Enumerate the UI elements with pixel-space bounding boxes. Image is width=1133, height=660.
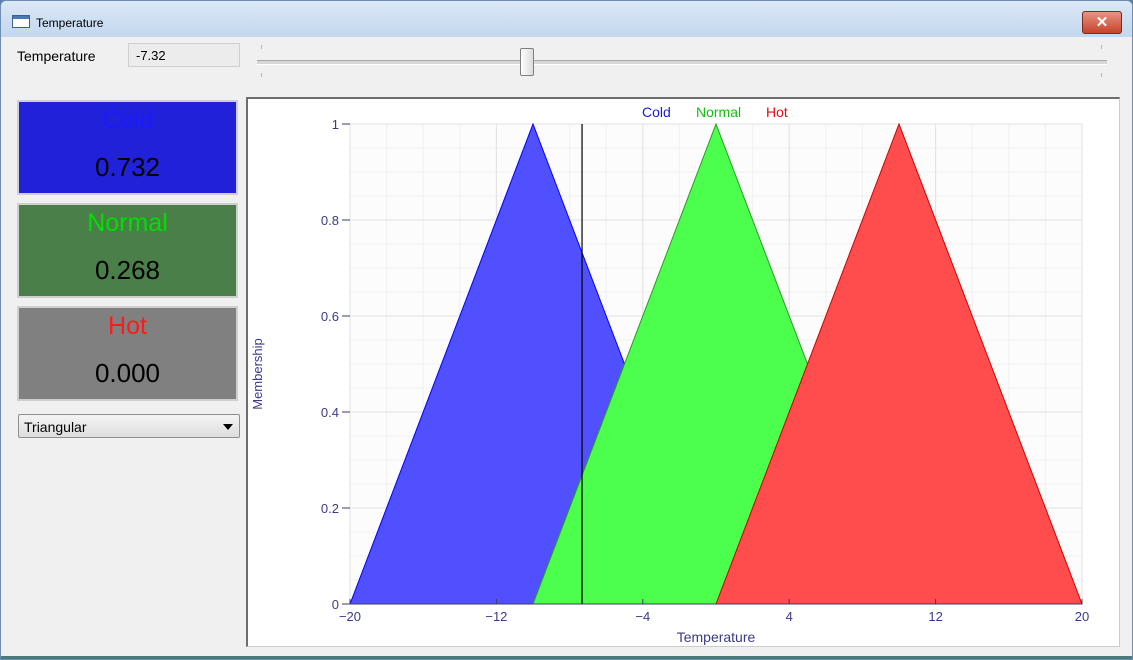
normal-label: Normal	[87, 209, 168, 237]
cold-membership-card: Cold 0.732	[17, 100, 238, 195]
membership-shape-select[interactable]: Triangular	[18, 414, 240, 438]
y-tick-label: 0.8	[321, 213, 339, 228]
hot-label: Hot	[108, 312, 147, 340]
x-axis-label: Temperature	[677, 629, 756, 645]
y-tick-label: 0	[332, 597, 339, 612]
close-button[interactable]: ✕	[1082, 11, 1122, 34]
y-axis-label: Membership	[250, 338, 265, 410]
temperature-slider[interactable]	[257, 45, 1107, 79]
window-bottom-edge	[1, 656, 1132, 659]
slider-track	[257, 60, 1107, 65]
x-tick-label: 20	[1075, 609, 1089, 624]
window-title: Temperature	[36, 16, 104, 30]
y-tick-label: 1	[332, 117, 339, 132]
window-icon	[12, 15, 30, 28]
temperature-value-field[interactable]: -7.32	[128, 43, 240, 67]
y-tick-label: 0.6	[321, 309, 339, 324]
y-tick-label: 0.2	[321, 501, 339, 516]
temperature-window: Temperature ✕ Temperature -7.32 Cold 0.7…	[0, 0, 1133, 660]
legend-entry-hot: Hot	[766, 104, 788, 120]
y-tick-label: 0.4	[321, 405, 339, 420]
hot-value: 0.000	[94, 358, 161, 388]
normal-value: 0.268	[94, 255, 161, 285]
slider-thumb[interactable]	[520, 48, 535, 76]
cold-value: 0.732	[94, 152, 161, 182]
temperature-label: Temperature	[17, 48, 96, 64]
cold-label: Cold	[101, 106, 154, 134]
x-tick-label: −12	[485, 609, 507, 624]
normal-membership-card: Normal 0.268	[17, 203, 238, 298]
x-tick-label: 4	[786, 609, 793, 624]
x-tick-label: 12	[928, 609, 942, 624]
membership-chart: −20 −12 −4 4 12 20 0 0.2 0.4 0.6 0.8 1 Temperature Me…	[250, 104, 1089, 645]
x-tick-label: −20	[339, 609, 361, 624]
legend-entry-normal: Normal	[696, 104, 741, 120]
title-bar[interactable]: Temperature ✕	[1, 1, 1132, 37]
temperature-toolbar: Temperature -7.32	[1, 37, 1132, 89]
membership-shape-value: Triangular	[24, 419, 87, 435]
chevron-down-icon	[223, 424, 233, 430]
x-tick-label: −4	[635, 609, 650, 624]
legend-entry-cold: Cold	[642, 104, 671, 120]
hot-membership-card: Hot 0.000	[17, 306, 238, 401]
membership-plot: −20 −12 −4 4 12 20 0 0.2 0.4 0.6 0.8 1 Temperature Me…	[246, 97, 1120, 647]
